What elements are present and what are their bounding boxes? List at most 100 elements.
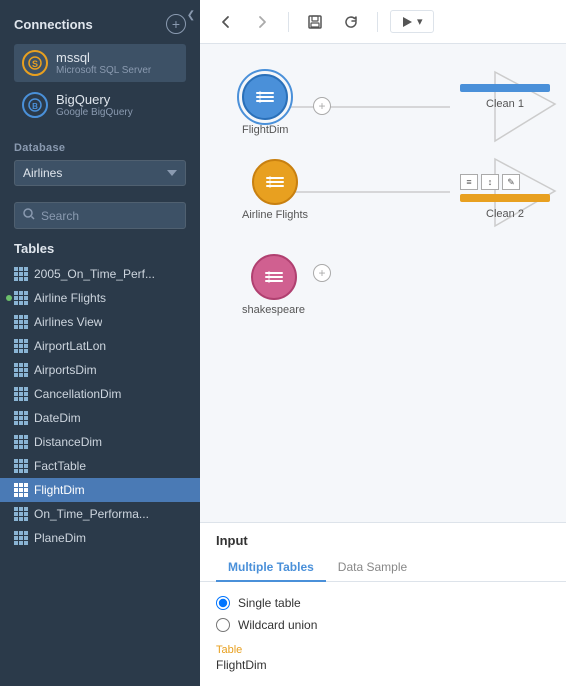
connections-title: Connections <box>14 17 93 32</box>
table-grid-icon <box>14 315 28 329</box>
table-grid-icon <box>14 291 28 305</box>
table-item-distancedim[interactable]: DistanceDim <box>0 430 200 454</box>
table-item-airlinesview[interactable]: Airlines View <box>0 310 200 334</box>
save-button[interactable] <box>301 8 329 36</box>
search-section <box>0 194 200 237</box>
connection-type-bigquery: Google BigQuery <box>56 107 133 118</box>
search-icon <box>23 208 35 223</box>
clean2-icon-2: ↕ <box>481 174 499 190</box>
table-item-name: On_Time_Performa... <box>34 507 149 521</box>
add-flightdim-button[interactable]: + <box>313 97 331 115</box>
run-button[interactable]: ▾ <box>390 10 434 33</box>
sidebar: ❮ Connections + S mssql Microsoft SQL Se… <box>0 0 200 686</box>
connection-item-mssql[interactable]: S mssql Microsoft SQL Server <box>14 44 186 82</box>
table-grid-icon <box>14 387 28 401</box>
search-input[interactable] <box>41 209 177 223</box>
add-shakespeare-button[interactable]: + <box>313 264 331 282</box>
table-grid-icon <box>14 363 28 377</box>
table-item-name: DateDim <box>34 411 81 425</box>
table-item-name: Airline Flights <box>34 291 106 305</box>
tables-list: 2005_On_Time_Perf... Airline Flights Air… <box>0 260 200 686</box>
bottom-panel-title: Input <box>200 523 566 554</box>
bottom-content: Single table Wildcard union Table Flight… <box>200 582 566 686</box>
table-item-name: PlaneDim <box>34 531 86 545</box>
clean1-label: Clean 1 <box>486 98 524 110</box>
bottom-panel: Input Multiple Tables Data Sample Single… <box>200 522 566 686</box>
tab-data-sample[interactable]: Data Sample <box>326 554 419 582</box>
airlineflights-circle <box>252 159 298 205</box>
table-grid-icon <box>14 507 28 521</box>
database-select[interactable]: Airlines <box>14 160 186 186</box>
table-item-name: AirportLatLon <box>34 339 106 353</box>
bottom-tabs: Multiple Tables Data Sample <box>200 554 566 582</box>
tables-label: Tables <box>0 237 200 260</box>
tab-multiple-tables[interactable]: Multiple Tables <box>216 554 326 582</box>
table-info-label: Table <box>216 644 550 656</box>
shakespeare-label: shakespeare <box>242 304 305 316</box>
clean2-bar <box>460 194 550 202</box>
connection-name-mssql: mssql <box>56 50 151 65</box>
back-button[interactable] <box>212 8 240 36</box>
table-grid-icon <box>14 339 28 353</box>
connection-item-bigquery[interactable]: B BigQuery Google BigQuery <box>14 86 186 124</box>
clean2-icon-row: ≡ ↕ ✎ <box>460 174 520 190</box>
toolbar: ▾ <box>200 0 566 44</box>
table-grid-icon <box>14 459 28 473</box>
table-item-planedim[interactable]: PlaneDim <box>0 526 200 550</box>
database-label: Database <box>14 142 186 154</box>
radio-wildcard-union-input[interactable] <box>216 618 230 632</box>
table-item-cancellationdim[interactable]: CancellationDim <box>0 382 200 406</box>
table-item-2005ontime[interactable]: 2005_On_Time_Perf... <box>0 262 200 286</box>
table-grid-icon <box>14 435 28 449</box>
airlineflights-label: Airline Flights <box>242 209 308 221</box>
radio-wildcard-union-label: Wildcard union <box>238 618 317 632</box>
dot-indicator <box>6 295 12 301</box>
sidebar-collapse-button[interactable]: ❮ <box>182 0 200 30</box>
table-item-name: Airlines View <box>34 315 102 329</box>
clean-node-1[interactable]: Clean 1 <box>460 84 550 110</box>
table-item-airportsdim[interactable]: AirportsDim <box>0 358 200 382</box>
table-info-value: FlightDim <box>216 658 550 672</box>
table-item-name: 2005_On_Time_Perf... <box>34 267 155 281</box>
table-item-datedim[interactable]: DateDim <box>0 406 200 430</box>
table-item-airportlatlon[interactable]: AirportLatLon <box>0 334 200 358</box>
radio-single-table-input[interactable] <box>216 596 230 610</box>
radio-wildcard-union[interactable]: Wildcard union <box>216 618 550 632</box>
table-grid-icon <box>14 411 28 425</box>
table-item-name: FactTable <box>34 459 86 473</box>
radio-group: Single table Wildcard union <box>216 596 550 632</box>
flow-node-flightdim[interactable]: FlightDim <box>242 74 288 136</box>
table-grid-icon <box>14 267 28 281</box>
clean2-icon-1: ≡ <box>460 174 478 190</box>
refresh-button[interactable] <box>337 8 365 36</box>
connection-type-mssql: Microsoft SQL Server <box>56 65 151 76</box>
table-item-name: FlightDim <box>34 483 85 497</box>
forward-button[interactable] <box>248 8 276 36</box>
flightdim-label: FlightDim <box>242 124 288 136</box>
flightdim-circle <box>242 74 288 120</box>
database-section: Database Airlines <box>0 134 200 194</box>
connection-icon-mssql: S <box>22 50 48 76</box>
table-item-facttable[interactable]: FactTable <box>0 454 200 478</box>
table-item-flightdim[interactable]: FlightDim <box>0 478 200 502</box>
radio-single-table[interactable]: Single table <box>216 596 550 610</box>
shakespeare-circle <box>251 254 297 300</box>
flow-node-airlineflights[interactable]: Airline Flights <box>242 159 308 221</box>
clean2-icon-3: ✎ <box>502 174 520 190</box>
table-item-airlineflights[interactable]: Airline Flights <box>0 286 200 310</box>
flow-node-shakespeare[interactable]: shakespeare <box>242 254 305 316</box>
connections-header: Connections + <box>14 14 186 34</box>
right-panel: ▾ FlightDim + Airline Fl <box>200 0 566 686</box>
clean-node-2[interactable]: ≡ ↕ ✎ Clean 2 <box>460 174 550 220</box>
table-item-name: AirportsDim <box>34 363 97 377</box>
connection-name-bigquery: BigQuery <box>56 92 133 107</box>
radio-single-table-label: Single table <box>238 596 301 610</box>
toolbar-divider <box>288 12 289 32</box>
svg-text:B: B <box>32 102 38 111</box>
table-item-ontimeperforma[interactable]: On_Time_Performa... <box>0 502 200 526</box>
table-grid-icon <box>14 483 28 497</box>
canvas-area: FlightDim + Airline Flights shakespeare … <box>200 44 566 522</box>
table-info: Table FlightDim <box>216 644 550 672</box>
toolbar-divider-2 <box>377 12 378 32</box>
table-item-name: DistanceDim <box>34 435 102 449</box>
